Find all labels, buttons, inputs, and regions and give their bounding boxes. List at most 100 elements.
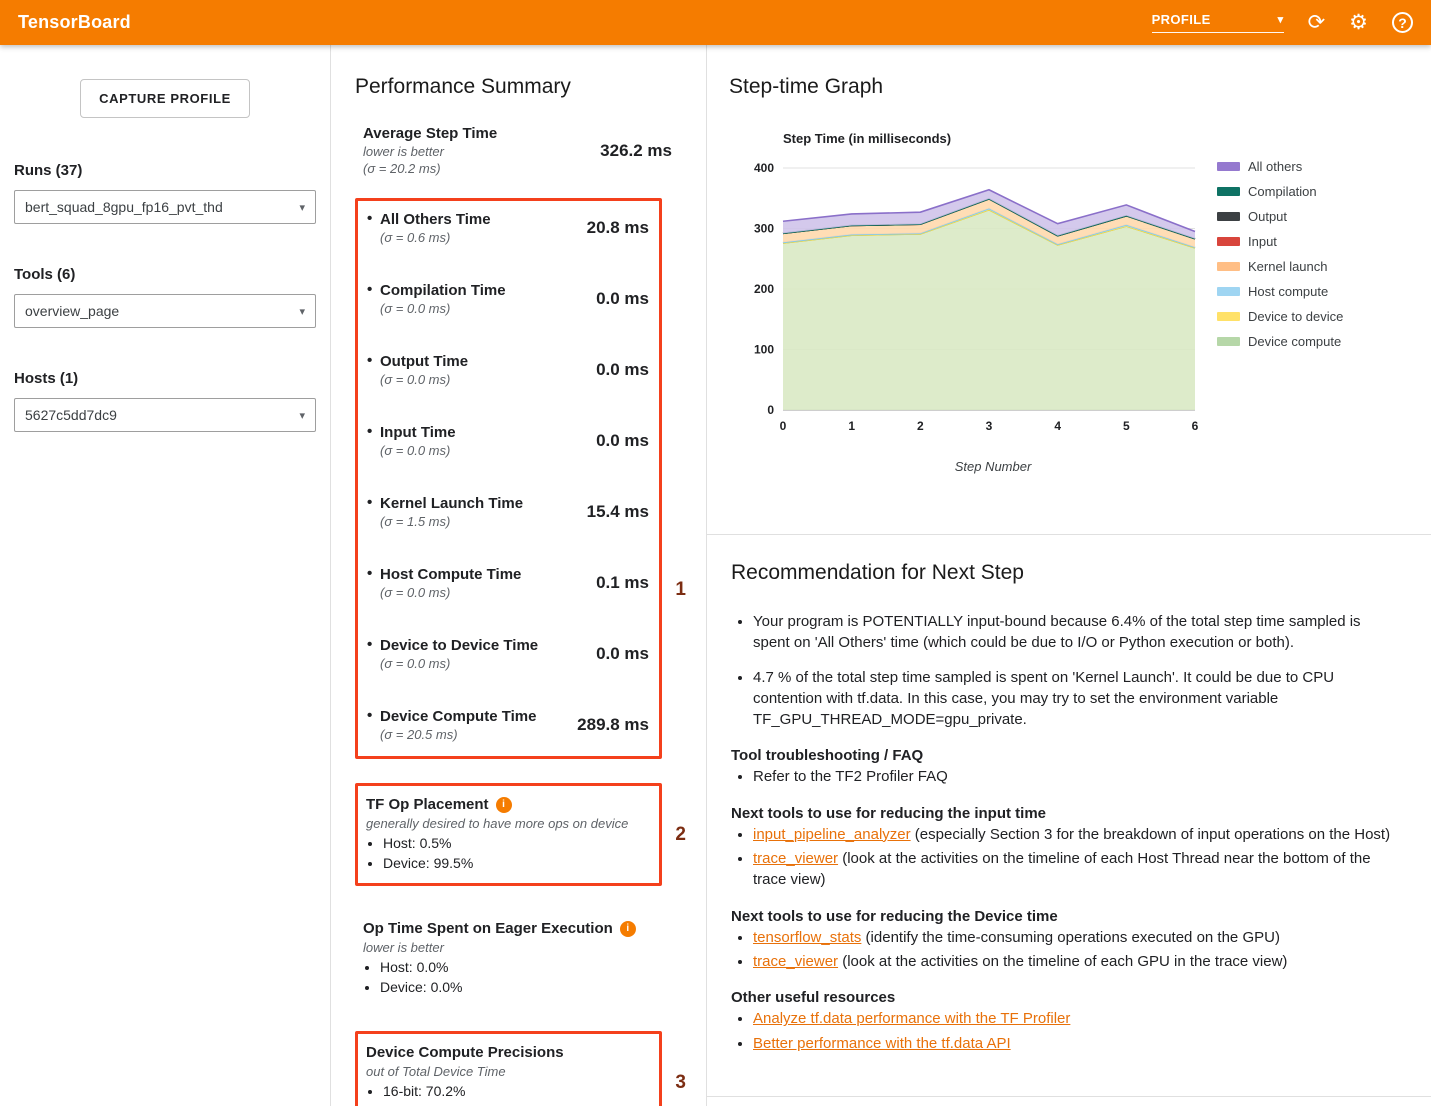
other-resources-list: Analyze tf.data performance with the TF … [731,1008,1401,1054]
list-item: trace_viewer (look at the activities on … [753,951,1401,972]
metric-value: 0.1 ms [596,573,649,593]
metric-sigma: (σ = 0.0 ms) [380,372,468,387]
dashboard-selector-value: PROFILE [1152,12,1211,27]
list-item: trace_viewer (look at the activities on … [753,848,1401,891]
chevron-down-icon: ▾ [299,409,305,422]
metric-value: 0.0 ms [596,431,649,451]
metric-row: Compilation Time (σ = 0.0 ms) 0.0 ms [366,282,649,316]
tool-link[interactable]: trace_viewer [753,953,838,970]
subheading-troubleshooting: Tool troubleshooting / FAQ [731,747,1401,764]
metric-name: Compilation Time [380,282,506,299]
metric-name: Input Time [380,424,456,441]
svg-text:100: 100 [754,343,774,357]
tool-link[interactable]: tensorflow_stats [753,929,861,946]
step-time-breakdown-box: All Others Time (σ = 0.6 ms) 20.8 ms Com… [355,198,662,759]
recommendation-title: Recommendation for Next Step [731,561,1401,585]
tools-control: Tools (6) overview_page ▾ [14,266,316,328]
performance-summary-title: Performance Summary [355,75,682,99]
performance-summary-panel: Performance Summary Average Step Time lo… [330,45,707,1106]
topbar-actions: PROFILE ▾ ⟳ ⚙ ? [1152,11,1413,35]
metric-sigma: (σ = 20.2 ms) [363,161,497,176]
list-item-text: Refer to the TF2 Profiler FAQ [753,768,948,785]
device-compute-precisions-note: out of Total Device Time [366,1064,649,1079]
troubleshooting-list: Refer to the TF2 Profiler FAQ [731,766,1401,787]
list-item: 16-bit: 70.2% [383,1082,649,1102]
device-compute-precisions-box: Device Compute Precisions out of Total D… [355,1031,662,1106]
resource-link[interactable]: Better performance with the tf.data API [753,1035,1011,1052]
device-compute-precisions-list: 16-bit: 70.2% 32-bit: 29.8% [366,1082,649,1106]
metric-value: 326.2 ms [600,141,672,161]
legend-label: Kernel launch [1248,259,1328,274]
subheading-input-tools: Next tools to use for reducing the input… [731,805,1401,822]
eager-execution-block: Op Time Spent on Eager Execution i lower… [355,920,662,997]
chart-x-axis-label: Step Number [733,459,1203,474]
input-tools-list: input_pipeline_analyzer (especially Sect… [731,824,1401,891]
help-icon[interactable]: ? [1392,12,1413,33]
chart-title: Step Time (in milliseconds) [733,131,1203,146]
tool-link[interactable]: trace_viewer [753,850,838,867]
legend-label: Output [1248,209,1287,224]
legend-swatch [1217,337,1240,346]
chevron-down-icon: ▾ [299,201,305,214]
metric-name: Device to Device Time [380,637,538,654]
capture-profile-button[interactable]: CAPTURE PROFILE [80,79,250,118]
device-compute-precisions-title: Device Compute Precisions [366,1044,564,1061]
list-item: 32-bit: 29.8% [383,1102,649,1106]
topbar: TensorBoard PROFILE ▾ ⟳ ⚙ ? [0,0,1431,45]
legend-swatch [1217,187,1240,196]
list-item: input_pipeline_analyzer (especially Sect… [753,824,1401,845]
legend-swatch [1217,287,1240,296]
metric-name: Device Compute Time [380,708,536,725]
list-item-text: (look at the activities on the timeline … [753,850,1371,888]
legend-swatch [1217,212,1240,221]
legend-item: Device to device [1217,309,1343,324]
tools-label: Tools (6) [14,266,316,283]
dashboard-selector[interactable]: PROFILE ▾ [1152,12,1284,33]
runs-label: Runs (37) [14,162,316,179]
reload-icon[interactable]: ⟳ [1308,11,1326,35]
legend-item: Kernel launch [1217,259,1343,274]
list-item: Host: 0.0% [380,958,662,978]
sidebar: CAPTURE PROFILE Runs (37) bert_squad_8gp… [0,45,330,1106]
legend-item: Input [1217,234,1343,249]
gear-icon[interactable]: ⚙ [1349,11,1368,35]
annotation-number-1: 1 [675,579,686,601]
legend-item: Host compute [1217,284,1343,299]
runs-select[interactable]: bert_squad_8gpu_fp16_pvt_thd ▾ [14,190,316,224]
metric-name: Host Compute Time [380,566,521,583]
chevron-down-icon: ▾ [1278,13,1284,26]
legend-swatch [1217,162,1240,171]
annotation-box-3: Device Compute Precisions out of Total D… [355,1031,662,1106]
metric-row: Kernel Launch Time (σ = 1.5 ms) 15.4 ms [366,495,649,529]
runs-control: Runs (37) bert_squad_8gpu_fp16_pvt_thd ▾ [14,162,316,224]
legend-label: Device compute [1248,334,1341,349]
svg-text:400: 400 [754,161,774,175]
step-time-graph-panel: Step-time Graph Step Time (in millisecon… [707,45,1431,535]
metric-name: Kernel Launch Time [380,495,523,512]
annotation-number-3: 3 [675,1072,686,1094]
eager-execution-note: lower is better [363,940,662,955]
metric-sigma: (σ = 0.6 ms) [380,230,491,245]
list-item: Analyze tf.data performance with the TF … [753,1008,1401,1029]
recommendation-bullets: Your program is POTENTIALLY input-bound … [731,611,1401,730]
hosts-select[interactable]: 5627c5dd7dc9 ▾ [14,398,316,432]
hosts-control: Hosts (1) 5627c5dd7dc9 ▾ [14,370,316,432]
list-item: Refer to the TF2 Profiler FAQ [753,766,1401,787]
metric-note: lower is better [363,144,497,159]
metric-sigma: (σ = 20.5 ms) [380,727,536,742]
tool-link[interactable]: input_pipeline_analyzer [753,826,911,843]
chart-area: Step Time (in milliseconds) 010020030040… [733,131,1407,474]
annotation-box-2: TF Op Placement i generally desired to h… [355,783,662,886]
step-time-graph-title: Step-time Graph [729,75,1407,99]
metric-name: Output Time [380,353,468,370]
info-icon[interactable]: i [620,921,636,937]
info-icon[interactable]: i [496,797,512,813]
recommendation-panel: Recommendation for Next Step Your progra… [707,535,1431,1097]
tools-select[interactable]: overview_page ▾ [14,294,316,328]
subheading-device-tools: Next tools to use for reducing the Devic… [731,908,1401,925]
annotation-number-2: 2 [675,824,686,846]
svg-text:0: 0 [780,419,787,433]
step-time-chart: 01002003004000123456 [733,156,1203,446]
right-column: Step-time Graph Step Time (in millisecon… [707,45,1431,1106]
resource-link[interactable]: Analyze tf.data performance with the TF … [753,1010,1070,1027]
